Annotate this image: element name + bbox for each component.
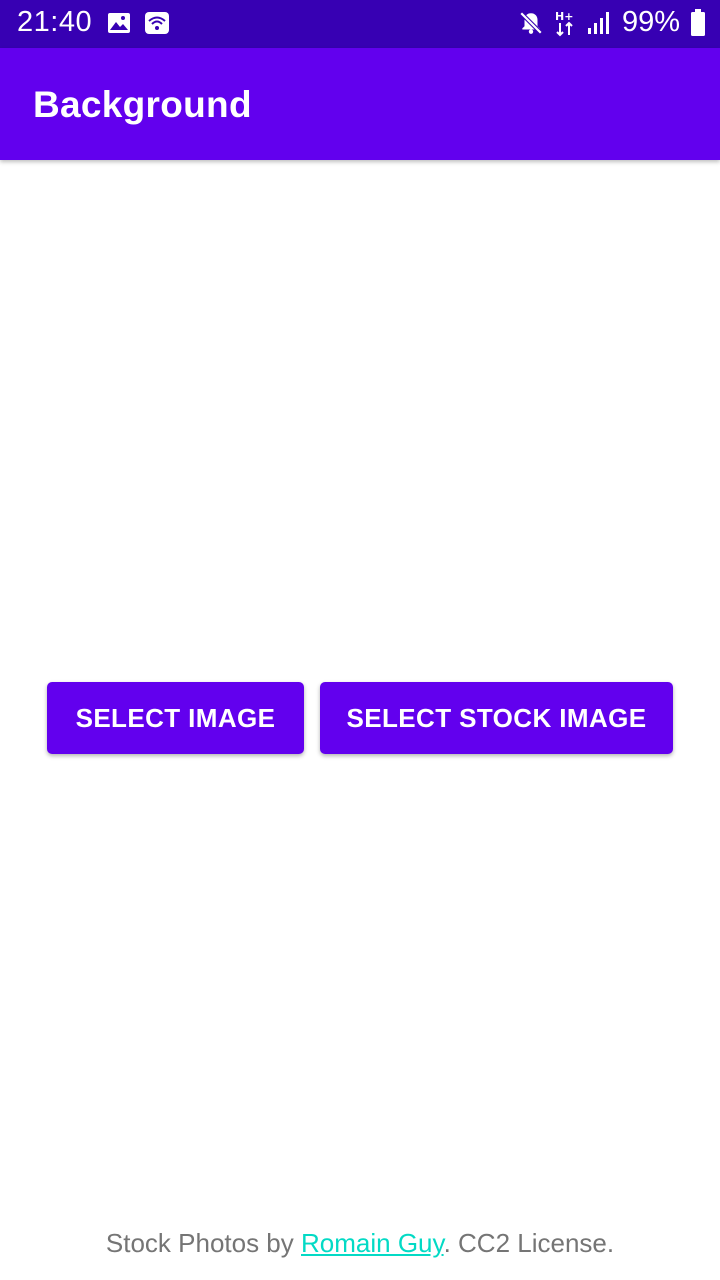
- attribution-suffix: . CC2 License.: [443, 1228, 615, 1258]
- status-bar: 21:40 H+ 99%: [0, 0, 720, 48]
- attribution-prefix: Stock Photos by: [105, 1228, 301, 1258]
- battery-icon: [691, 8, 705, 36]
- attribution-footer: Stock Photos by Romain Guy. CC2 License.: [0, 1228, 720, 1259]
- hplus-data-icon: H+: [555, 10, 573, 36]
- app-bar: Background: [0, 48, 720, 160]
- signal-icon: [587, 11, 609, 34]
- mute-icon: [519, 11, 543, 34]
- wifi-icon: [145, 12, 169, 34]
- svg-text:H+: H+: [555, 10, 573, 23]
- page-title: Background: [33, 84, 252, 125]
- select-stock-image-button[interactable]: SELECT STOCK IMAGE: [320, 682, 673, 754]
- battery-level: 99%: [621, 6, 680, 38]
- status-time: 21:40: [17, 6, 93, 38]
- image-icon: [108, 13, 130, 33]
- author-link[interactable]: Romain Guy: [301, 1228, 444, 1258]
- select-image-button[interactable]: SELECT IMAGE: [47, 682, 304, 754]
- status-system-icons: H+ 99%: [518, 6, 706, 39]
- status-notification-icons: [107, 11, 169, 35]
